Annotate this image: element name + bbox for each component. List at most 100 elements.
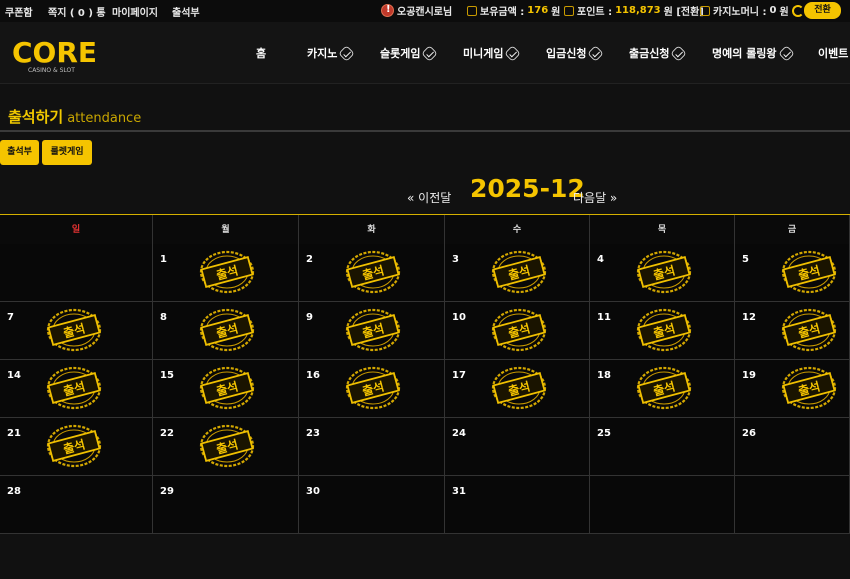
refresh-icon[interactable]: [791, 4, 804, 17]
attendance-stamp-icon: 출석: [199, 250, 255, 294]
casino-unit: 원: [779, 7, 789, 18]
day-number: 23: [306, 428, 320, 439]
calendar-day-cell: 1 출석: [153, 244, 299, 302]
day-number: 22: [160, 428, 174, 439]
calendar-day-cell: 7 출석: [0, 302, 153, 360]
attendance-stamp-icon: 출석: [781, 250, 837, 294]
title-divider: [0, 130, 850, 132]
user-info: 오공캔시로님: [381, 3, 452, 18]
calendar-day-cell: 9 출석: [299, 302, 445, 360]
calendar-empty-cell: [735, 476, 850, 534]
logo-subtext: CASINO & SLOT: [28, 67, 75, 74]
check-icon: [421, 44, 439, 62]
calendar-day-cell: 21 출석: [0, 418, 153, 476]
day-number: 8: [160, 312, 167, 323]
calendar-empty-cell: [0, 244, 153, 302]
attendance-stamp-icon: 출석: [491, 308, 547, 352]
attendance-stamp-icon: 출석: [781, 366, 837, 410]
day-number: 12: [742, 312, 756, 323]
day-number: 28: [7, 486, 21, 497]
balance-value: 176: [527, 5, 549, 16]
point-value: 118,873: [615, 5, 661, 16]
attendance-stamp-icon: 출석: [345, 250, 401, 294]
attendance-tab-button[interactable]: 출석부: [0, 140, 39, 165]
nav-label: 슬롯게임: [380, 47, 421, 60]
coupon-link[interactable]: 쿠폰함: [5, 4, 33, 19]
nav-label: 홈: [256, 47, 267, 60]
next-month-link[interactable]: 다음달 »: [573, 189, 617, 206]
weekday-header: 일: [0, 215, 153, 245]
core-logo[interactable]: CORE CASINO & SLOT: [12, 35, 100, 75]
attendance-stamp-icon: 출석: [781, 308, 837, 352]
message-link[interactable]: 쪽지 ( 0 ) 통: [48, 4, 106, 19]
day-number: 21: [7, 428, 21, 439]
top-bar: 쿠폰함 쪽지 ( 0 ) 통 마이페이지 출석부 오공캔시로님 보유금액 : 1…: [0, 0, 850, 22]
day-number: 26: [742, 428, 756, 439]
nav-rolling-king[interactable]: 명예의 롤링왕: [712, 44, 795, 62]
day-number: 17: [452, 370, 466, 381]
attendance-stamp-icon: 출석: [636, 250, 692, 294]
point-unit[interactable]: 원 [전환]: [664, 3, 704, 18]
calendar-day-cell: 14 출석: [0, 360, 153, 418]
day-number: 4: [597, 254, 604, 265]
attendance-stamp-icon: 출석: [46, 424, 102, 468]
day-number: 7: [7, 312, 14, 323]
casino-icon: [700, 5, 710, 16]
attendance-stamp-icon: 출석: [199, 366, 255, 410]
balance-label: 보유금액 :: [480, 7, 525, 18]
day-number: 3: [452, 254, 459, 265]
wallet-icon: [467, 5, 477, 16]
logo-text: CORE: [12, 36, 97, 69]
exchange-button[interactable]: 전환: [804, 2, 841, 19]
day-number: 29: [160, 486, 174, 497]
day-number: 5: [742, 254, 749, 265]
nav-label: 명예의 롤링왕: [712, 47, 777, 60]
nav-label: 미니게임: [463, 47, 504, 60]
page-footer-area: [0, 534, 850, 579]
month-navigator: « 이전달 2025-12 다음달 »: [0, 172, 850, 208]
attendance-stamp-icon: 출석: [46, 366, 102, 410]
calendar-header: 일월화수목금: [0, 214, 850, 245]
attendance-stamp-icon: 출석: [636, 308, 692, 352]
calendar-day-cell: 15 출석: [153, 360, 299, 418]
calendar-day-cell: 8 출석: [153, 302, 299, 360]
username: 오공캔시로님: [397, 7, 453, 18]
mypage-link[interactable]: 마이페이지: [112, 4, 158, 19]
weekday-header: 화: [299, 215, 445, 245]
check-icon: [504, 44, 522, 62]
casino-label: 카지노머니 :: [713, 7, 767, 18]
attendance-stamp-icon: 출석: [345, 366, 401, 410]
weekday-header: 금: [735, 215, 850, 245]
attendance-stamp-icon: 출석: [199, 424, 255, 468]
day-number: 1: [160, 254, 167, 265]
nav-slot[interactable]: 슬롯게임: [380, 44, 439, 62]
day-number: 19: [742, 370, 756, 381]
nav-withdraw[interactable]: 출금신청: [629, 44, 688, 62]
point-label: 포인트 :: [577, 7, 613, 18]
day-number: 11: [597, 312, 611, 323]
roulette-tab-button[interactable]: 룰렛게임: [42, 140, 92, 165]
points[interactable]: 포인트 : 118,873 원 [전환]: [564, 3, 704, 18]
nav-home[interactable]: 홈: [256, 45, 266, 61]
casino-value: 0: [769, 5, 777, 16]
day-number: 18: [597, 370, 611, 381]
calendar-day-cell: 2 출석: [299, 244, 445, 302]
nav-label: 출금신청: [629, 47, 670, 60]
nav-event[interactable]: 이벤트: [818, 45, 848, 61]
nav-label: 카지노: [307, 47, 338, 60]
nav-minigame[interactable]: 미니게임: [463, 44, 522, 62]
balance: 보유금액 : 176 원: [467, 3, 560, 18]
nav-deposit[interactable]: 입금신청: [546, 44, 605, 62]
calendar-day-cell: 4 출석: [590, 244, 735, 302]
page-title-text: 출석하기: [8, 108, 64, 126]
attendance-stamp-icon: 출석: [199, 308, 255, 352]
attendance-link[interactable]: 출석부: [172, 4, 200, 19]
attendance-stamp-icon: 출석: [636, 366, 692, 410]
prev-month-link[interactable]: « 이전달: [407, 189, 451, 206]
casino-money: 카지노머니 : 0 원: [700, 3, 804, 18]
day-number: 10: [452, 312, 466, 323]
page-subtitle: attendance: [67, 111, 142, 126]
calendar-day-cell: 25: [590, 418, 735, 476]
day-number: 2: [306, 254, 313, 265]
nav-casino[interactable]: 카지노: [307, 44, 356, 62]
